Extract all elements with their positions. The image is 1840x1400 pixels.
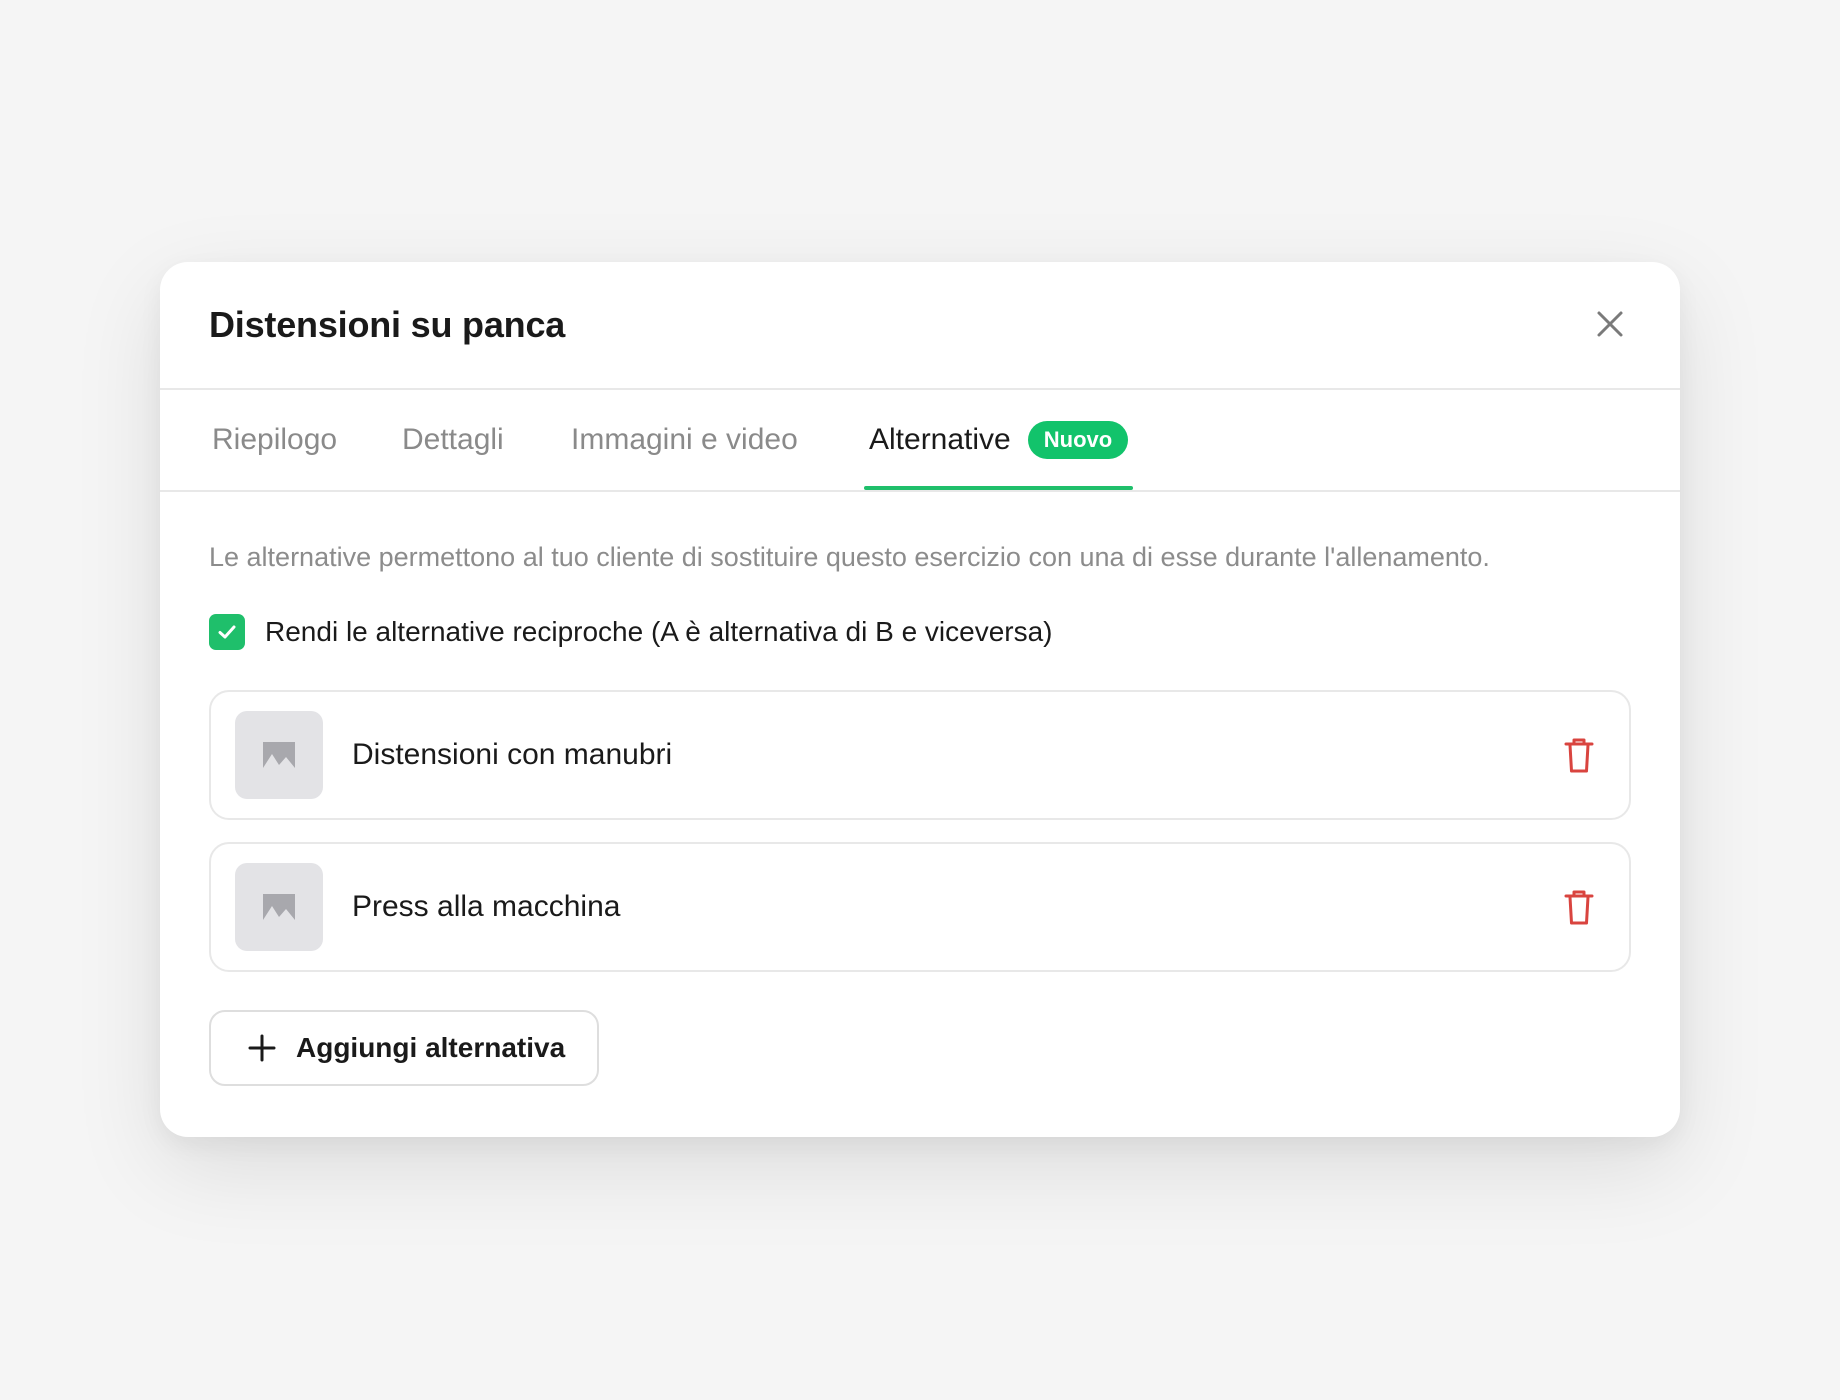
trash-icon	[1564, 890, 1594, 925]
delete-alternative-button[interactable]	[1557, 886, 1601, 930]
delete-alternative-button[interactable]	[1557, 734, 1601, 778]
exercise-modal: Distensioni su panca Riepilogo Dettagli …	[160, 262, 1680, 1137]
add-alternative-button[interactable]: Aggiungi alternativa	[209, 1010, 599, 1086]
image-placeholder-icon	[263, 894, 295, 920]
alternative-item: Press alla macchina	[209, 842, 1631, 972]
reciprocal-checkbox-label: Rendi le alternative reciproche (A è alt…	[265, 616, 1053, 647]
tab-riepilogo[interactable]: Riepilogo	[212, 390, 337, 490]
new-badge: Nuovo	[1027, 421, 1129, 459]
tab-label: Riepilogo	[212, 423, 338, 456]
exercise-thumbnail	[235, 711, 323, 799]
close-button[interactable]	[1590, 304, 1630, 344]
tab-bar: Riepilogo Dettagli Immagini e video Alte…	[160, 390, 1680, 492]
tab-label: Immagini e video	[571, 423, 798, 456]
modal-title: Distensioni su panca	[209, 304, 566, 345]
tab-label: Dettagli	[402, 423, 504, 456]
checkmark-icon	[218, 625, 236, 639]
add-alternative-label: Aggiungi alternativa	[296, 1032, 566, 1063]
reciprocal-checkbox[interactable]	[209, 614, 245, 650]
plus-icon	[247, 1033, 277, 1063]
modal-header: Distensioni su panca	[160, 262, 1680, 390]
tab-label: Alternative	[869, 423, 1011, 456]
exercise-thumbnail	[235, 863, 323, 951]
trash-icon	[1564, 738, 1594, 773]
image-placeholder-icon	[263, 742, 295, 768]
tab-immagini-e-video[interactable]: Immagini e video	[571, 390, 798, 490]
alternative-name: Distensioni con manubri	[352, 738, 673, 771]
alternative-item: Distensioni con manubri	[209, 690, 1631, 820]
alternatives-description: Le alternative permettono al tuo cliente…	[209, 542, 1490, 572]
alternative-name: Press alla macchina	[352, 890, 621, 923]
tab-dettagli[interactable]: Dettagli	[402, 390, 504, 490]
reciprocal-checkbox-row[interactable]: Rendi le alternative reciproche (A è alt…	[209, 614, 1053, 650]
tab-alternative[interactable]: Alternative Nuovo	[864, 390, 1134, 490]
close-icon	[1597, 311, 1623, 337]
